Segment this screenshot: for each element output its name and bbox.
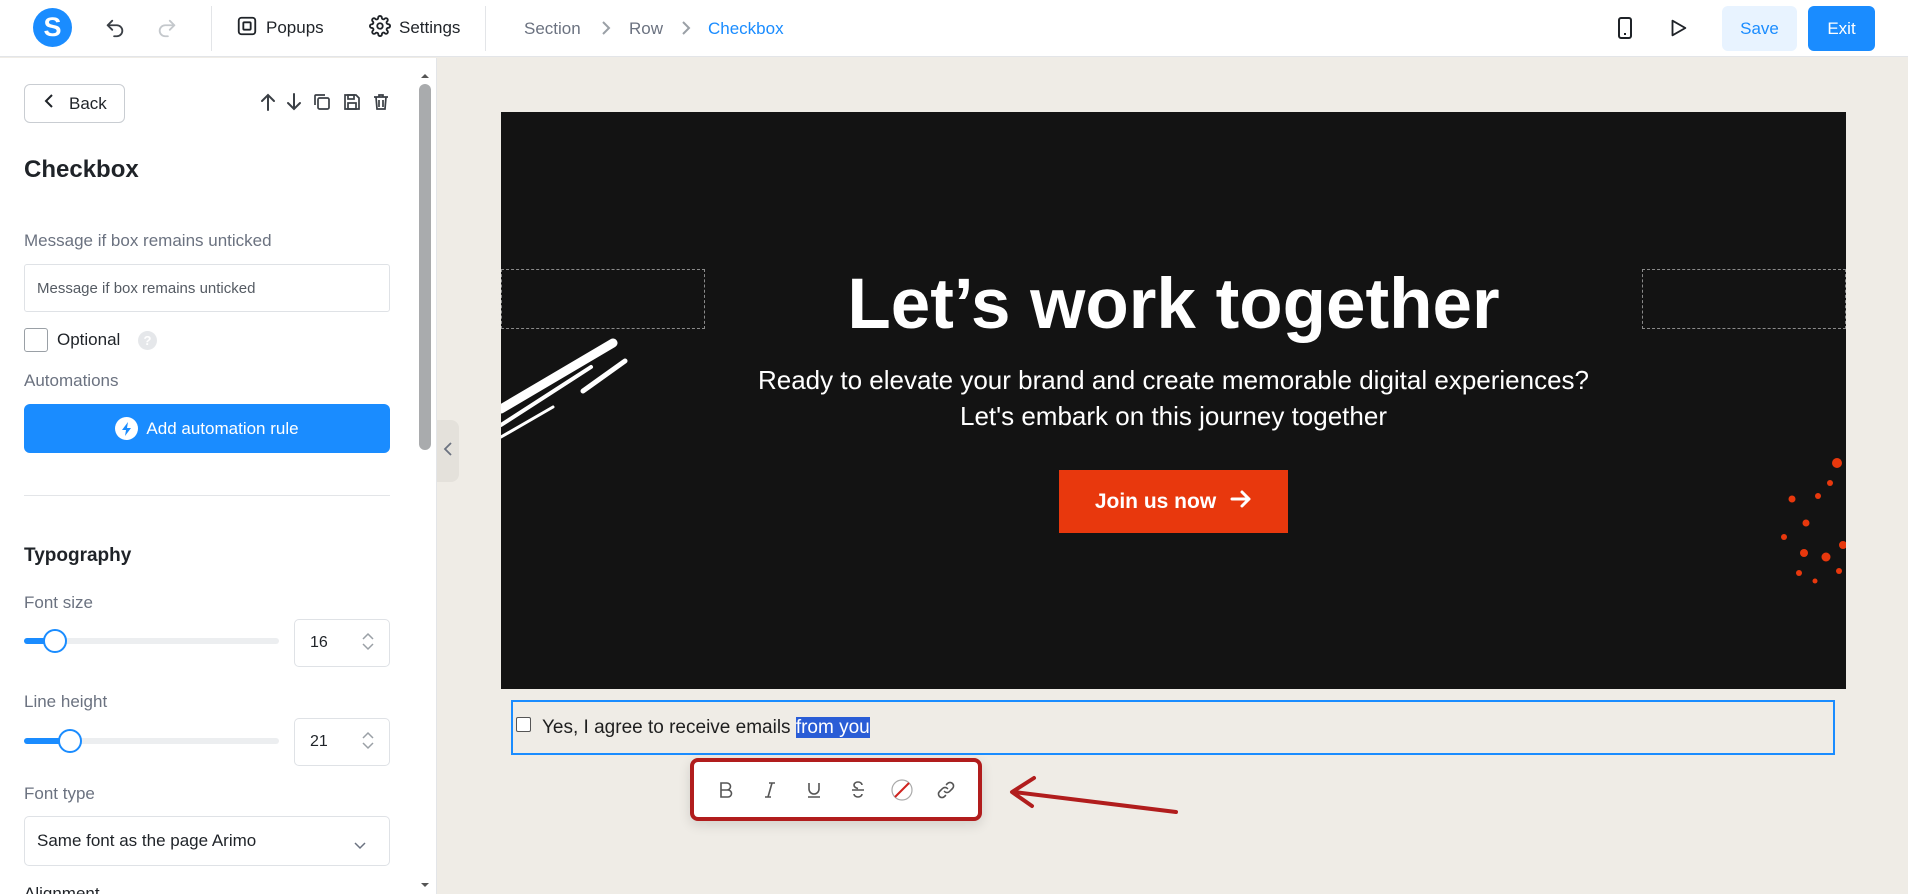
clear-color-icon[interactable] [887,775,917,805]
top-bar: S Popups Settings Section Row Checkbox S… [0,0,1908,57]
chevron-right-icon [599,18,613,43]
hero-section[interactable]: Let’s work together Ready to elevate you… [501,112,1846,689]
save-block-icon[interactable] [341,91,363,113]
text-format-toolbar [690,758,982,821]
add-automation-label: Add automation rule [146,418,299,438]
automations-label: Automations [24,371,119,390]
chevron-left-icon [43,93,55,114]
exit-button[interactable]: Exit [1808,6,1875,51]
slider-handle[interactable] [57,729,82,753]
popups-icon [236,15,258,42]
join-button[interactable]: Join us now [1059,470,1288,533]
undo-icon[interactable] [101,14,129,42]
play-icon[interactable] [1664,14,1692,42]
dots-decoration [1781,458,1846,584]
back-label: Back [69,93,107,113]
checkbox-label[interactable]: Yes, I agree to receive emails from you [542,717,870,739]
mobile-preview-icon[interactable] [1611,14,1639,42]
panel-title: Checkbox [24,156,139,183]
font-size-value: 16 [310,634,328,651]
settings-label: Settings [399,18,461,37]
popups-button[interactable]: Popups [236,14,324,42]
info-icon[interactable]: ? [138,331,157,350]
toolbar-divider [485,6,486,51]
checkbox-label-text: Yes, I agree to receive emails [542,717,796,738]
font-size-input[interactable]: 16 [294,619,390,667]
font-size-label: Font size [24,593,93,612]
toolbar-divider [211,6,212,51]
font-type-label: Font type [24,784,95,803]
join-button-label: Join us now [1094,489,1217,513]
line-height-input[interactable]: 21 [294,718,390,766]
trash-icon[interactable] [370,91,392,113]
arrow-right-icon [1230,489,1252,515]
settings-button[interactable]: Settings [369,14,460,42]
optional-checkbox[interactable] [24,328,48,352]
divider [24,495,390,496]
alignment-label: Alignment [24,884,100,894]
line-height-slider[interactable] [24,729,279,753]
move-up-icon[interactable] [257,91,279,113]
save-button[interactable]: Save [1722,6,1797,51]
lightning-icon [115,417,139,440]
hero-subtitle-line: Let's embark on this journey together [960,401,1387,431]
stepper-icon[interactable] [361,632,375,651]
typography-title: Typography [24,545,132,566]
underline-icon[interactable] [799,775,829,805]
scrollbar-thumb[interactable] [419,84,431,450]
hero-title[interactable]: Let’s work together [501,264,1846,345]
collapse-sidebar-button[interactable] [437,420,459,482]
hero-subtitle[interactable]: Ready to elevate your brand and create m… [501,362,1846,434]
duplicate-icon[interactable] [311,91,333,113]
font-type-select[interactable]: Same font as the page Arimo [24,816,390,866]
breadcrumb-row[interactable]: Row [629,19,663,39]
line-height-value: 21 [310,733,328,750]
italic-icon[interactable] [755,775,785,805]
scroll-down-icon[interactable] [420,875,430,893]
back-button[interactable]: Back [24,84,125,123]
redo-icon[interactable] [153,14,181,42]
add-automation-button[interactable]: Add automation rule [24,404,390,453]
message-input[interactable]: Message if box remains unticked [24,264,390,312]
font-size-slider[interactable] [24,629,279,653]
stepper-icon[interactable] [361,731,375,750]
scroll-up-icon[interactable] [420,66,430,84]
annotation-arrow [1010,776,1178,814]
properties-sidebar: Back Checkbox Message if box remains unt… [0,58,437,894]
chevron-down-icon [353,835,367,855]
hero-subtitle-line: Ready to elevate your brand and create m… [757,365,1590,395]
slider-handle[interactable] [42,629,67,653]
breadcrumb-checkbox[interactable]: Checkbox [708,19,784,39]
selected-text: from you [795,717,870,738]
bold-icon[interactable] [711,775,741,805]
gear-icon [369,14,391,42]
line-height-label: Line height [24,692,108,711]
checkbox-block[interactable]: Yes, I agree to receive emails from you [511,700,1835,755]
breadcrumb-section[interactable]: Section [524,19,581,39]
move-down-icon[interactable] [283,91,305,113]
chevron-right-icon [679,18,693,43]
optional-label: Optional [57,330,121,349]
consent-checkbox[interactable] [516,717,531,732]
chevron-left-icon [443,441,453,462]
popups-label: Popups [266,18,324,37]
font-type-value: Same font as the page Arimo [37,831,257,850]
strikethrough-icon[interactable] [843,775,873,805]
link-icon[interactable] [931,775,961,805]
app-logo[interactable]: S [33,8,72,47]
message-label: Message if box remains unticked [24,231,272,250]
